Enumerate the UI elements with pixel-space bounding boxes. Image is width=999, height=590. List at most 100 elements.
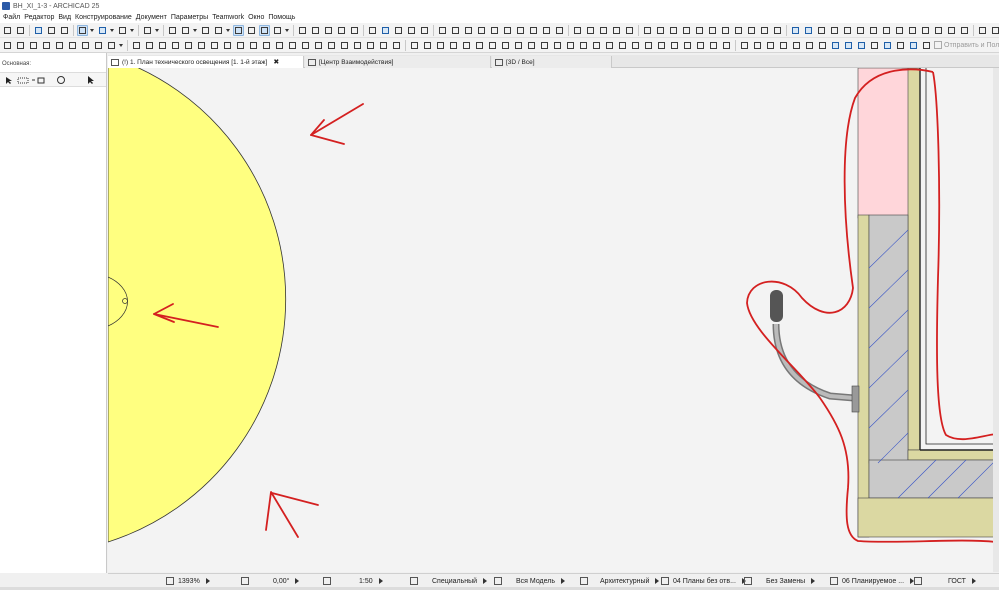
toolrow2-tool-button-6[interactable] [80, 40, 91, 51]
toolrow1-tool-button-0[interactable] [2, 25, 13, 36]
tab-floor-plan[interactable]: (!) 1. План технического освещения [1. 1… [108, 56, 304, 68]
toolrow2-tool-button-44[interactable] [552, 40, 563, 51]
toolrow2-tool-button-20[interactable] [248, 40, 259, 51]
toolrow2-tool-button-40[interactable] [500, 40, 511, 51]
angle-control[interactable]: 0,00° [241, 576, 300, 586]
toolrow2-tool-button-12[interactable] [144, 40, 155, 51]
toolrow1-tool-button-83[interactable] [959, 25, 970, 36]
toolrow2-tool-button-30[interactable] [378, 40, 389, 51]
toolrow1-tool-button-4[interactable] [46, 25, 57, 36]
menu-options[interactable]: Параметры [171, 14, 208, 21]
toolrow1-tool-button-30[interactable] [310, 25, 321, 36]
chevron-down-icon[interactable] [285, 25, 290, 36]
toolrow2-tool-button-15[interactable] [183, 40, 194, 51]
toolrow1-tool-button-29[interactable] [297, 25, 308, 36]
toolrow2-tool-button-70[interactable] [882, 40, 893, 51]
menu-help[interactable]: Помощь [268, 14, 295, 21]
toolrow2-tool-button-19[interactable] [235, 40, 246, 51]
toolrow1-tool-button-78[interactable] [894, 25, 905, 36]
toolrow1-tool-button-79[interactable] [907, 25, 918, 36]
toolrow1-tool-button-38[interactable] [406, 25, 417, 36]
standard-control[interactable]: ГОСТ [914, 576, 976, 586]
toolrow1-tool-button-68[interactable] [772, 25, 783, 36]
toolrow2-tool-button-4[interactable] [54, 40, 65, 51]
toolrow1-tool-button-80[interactable] [920, 25, 931, 36]
menu-view[interactable]: Вид [58, 14, 71, 21]
toolrow2-tool-button-43[interactable] [539, 40, 550, 51]
toolrow1-tool-button-62[interactable] [694, 25, 705, 36]
toolrow1-tool-button-72[interactable] [816, 25, 827, 36]
menu-document[interactable]: Документ [136, 14, 167, 21]
toolrow2-tool-button-63[interactable] [791, 40, 802, 51]
chevron-down-icon[interactable] [226, 25, 231, 36]
toolrow2-tool-button-3[interactable] [41, 40, 52, 51]
renovation-control[interactable]: 06 Планируемое ... [830, 576, 915, 586]
toolrow1-tool-button-46[interactable] [502, 25, 513, 36]
toolrow2-tool-button-71[interactable] [895, 40, 906, 51]
toolrow1-tool-button-7[interactable] [77, 24, 88, 36]
toolrow2-tool-button-11[interactable] [131, 40, 142, 51]
toolrow1-tool-button-55[interactable] [611, 25, 622, 36]
toolrow1-tool-button-77[interactable] [881, 25, 892, 36]
send-receive-button[interactable]: Отправить и Получить [934, 41, 999, 49]
toolrow1-tool-button-33[interactable] [349, 25, 360, 36]
toolrow2-tool-button-36[interactable] [448, 40, 459, 51]
toolrow2-tool-button-54[interactable] [682, 40, 693, 51]
toolrow1-tool-button-14[interactable] [142, 25, 153, 36]
close-icon[interactable]: ✖ [273, 58, 279, 66]
toolrow1-tool-button-81[interactable] [933, 25, 944, 36]
scale-control[interactable]: 1:50 [323, 576, 383, 586]
toolrow1-tool-button-3[interactable] [33, 25, 44, 36]
toolrow1-tool-button-20[interactable] [200, 25, 211, 36]
vertical-scrollbar[interactable] [993, 68, 999, 572]
toolrow2-tool-button-33[interactable] [409, 40, 420, 51]
toolrow2-tool-button-7[interactable] [93, 40, 104, 51]
toolrow1-tool-button-52[interactable] [572, 25, 583, 36]
toolrow2-tool-button-62[interactable] [778, 40, 789, 51]
toolrow1-tool-button-61[interactable] [681, 25, 692, 36]
toolrow2-tool-button-28[interactable] [352, 40, 363, 51]
toolrow1-tool-button-59[interactable] [655, 25, 666, 36]
toolrow2-tool-button-41[interactable] [513, 40, 524, 51]
toolrow2-tool-button-49[interactable] [617, 40, 628, 51]
pen-set-control[interactable]: Архитектурный [580, 576, 660, 586]
toolrow1-tool-button-54[interactable] [598, 25, 609, 36]
toolrow1-tool-button-21[interactable] [213, 25, 224, 36]
toolrow1-tool-button-23[interactable] [233, 24, 244, 36]
toolrow2-tool-button-51[interactable] [643, 40, 654, 51]
toolrow1-tool-button-65[interactable] [733, 25, 744, 36]
toolrow2-tool-button-66[interactable] [830, 40, 841, 51]
toolrow2-tool-button-67[interactable] [843, 40, 854, 51]
toolrow2-tool-button-5[interactable] [67, 40, 78, 51]
toolrow2-tool-button-56[interactable] [708, 40, 719, 51]
layer-combination-control[interactable]: Специальный [410, 576, 488, 586]
toolrow1-tool-button-37[interactable] [393, 25, 404, 36]
toolrow2-tool-button-60[interactable] [752, 40, 763, 51]
toolrow1-tool-button-70[interactable] [790, 25, 801, 36]
toolrow2-tool-button-18[interactable] [222, 40, 233, 51]
chevron-down-icon[interactable] [193, 25, 198, 36]
toolrow2-tool-button-39[interactable] [487, 40, 498, 51]
toolrow2-tool-button-17[interactable] [209, 40, 220, 51]
toolrow2-tool-button-46[interactable] [578, 40, 589, 51]
toolrow1-tool-button-73[interactable] [829, 25, 840, 36]
toolrow1-tool-button-64[interactable] [720, 25, 731, 36]
toolrow1-tool-button-63[interactable] [707, 25, 718, 36]
toolrow2-tool-button-47[interactable] [591, 40, 602, 51]
toolrow1-tool-button-75[interactable] [855, 25, 866, 36]
toolrow2-tool-button-65[interactable] [817, 40, 828, 51]
toolrow2-tool-button-59[interactable] [739, 40, 750, 51]
toolrow1-tool-button-53[interactable] [585, 25, 596, 36]
toolrow1-tool-button-26[interactable] [272, 25, 283, 36]
chevron-down-icon[interactable] [110, 25, 115, 36]
toolrow1-tool-button-36[interactable] [380, 25, 391, 36]
toolrow2-tool-button-52[interactable] [656, 40, 667, 51]
toolrow2-tool-button-23[interactable] [287, 40, 298, 51]
toolrow1-tool-button-60[interactable] [668, 25, 679, 36]
toolrow2-tool-button-73[interactable] [921, 40, 932, 51]
toolrow2-tool-button-26[interactable] [326, 40, 337, 51]
toolrow2-tool-button-50[interactable] [630, 40, 641, 51]
chevron-down-icon[interactable] [155, 25, 160, 36]
toolrow1-tool-button-49[interactable] [541, 25, 552, 36]
toolrow2-tool-button-48[interactable] [604, 40, 615, 51]
